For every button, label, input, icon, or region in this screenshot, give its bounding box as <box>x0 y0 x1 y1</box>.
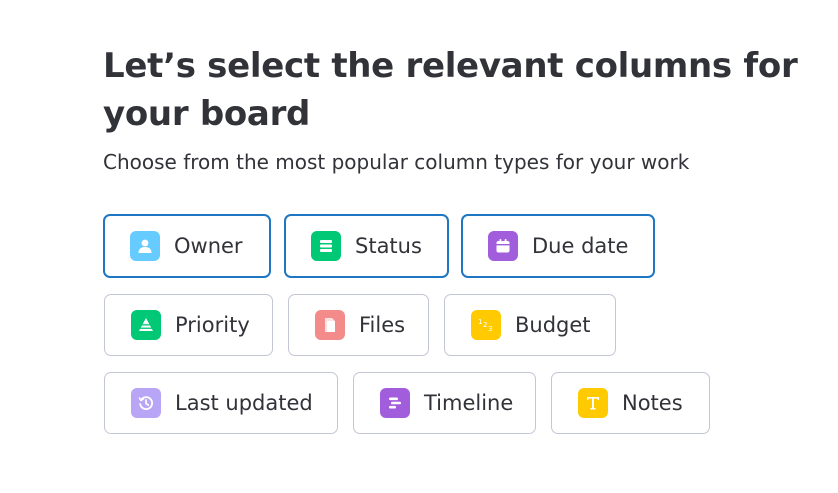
clock-icon <box>131 388 161 418</box>
text-icon <box>578 388 608 418</box>
column-options-row-1: Owner Status Due date <box>103 214 655 278</box>
column-option-notes[interactable]: Notes <box>551 372 710 434</box>
priority-triangle-icon <box>131 310 161 340</box>
file-icon <box>315 310 345 340</box>
svg-text:2: 2 <box>483 321 487 329</box>
column-option-label: Budget <box>515 313 591 337</box>
column-option-label: Owner <box>174 234 243 258</box>
column-option-label: Due date <box>532 234 629 258</box>
column-options-row-3: Last updated Timeline Notes <box>104 372 710 434</box>
column-option-priority[interactable]: Priority <box>104 294 273 356</box>
column-options-row-2: Priority Files 123 Budget <box>104 294 616 356</box>
column-option-files[interactable]: Files <box>288 294 429 356</box>
calendar-icon <box>488 231 518 261</box>
column-option-timeline[interactable]: Timeline <box>353 372 536 434</box>
status-list-icon <box>311 231 341 261</box>
svg-text:3: 3 <box>488 325 492 333</box>
numbers-icon: 123 <box>471 310 501 340</box>
column-option-status[interactable]: Status <box>284 214 449 278</box>
column-option-label: Notes <box>622 391 683 415</box>
timeline-icon <box>380 388 410 418</box>
page-title: Let’s select the relevant columns for yo… <box>103 46 798 134</box>
column-option-budget[interactable]: 123 Budget <box>444 294 616 356</box>
svg-text:1: 1 <box>478 318 482 326</box>
column-option-label: Timeline <box>424 391 514 415</box>
column-option-label: Priority <box>175 313 250 337</box>
page-subtitle: Choose from the most popular column type… <box>103 150 690 174</box>
column-option-label: Status <box>355 234 422 258</box>
column-option-last-updated[interactable]: Last updated <box>104 372 338 434</box>
column-option-owner[interactable]: Owner <box>103 214 271 278</box>
column-option-label: Last updated <box>175 391 313 415</box>
column-option-due-date[interactable]: Due date <box>461 214 655 278</box>
person-icon <box>130 231 160 261</box>
column-option-label: Files <box>359 313 406 337</box>
